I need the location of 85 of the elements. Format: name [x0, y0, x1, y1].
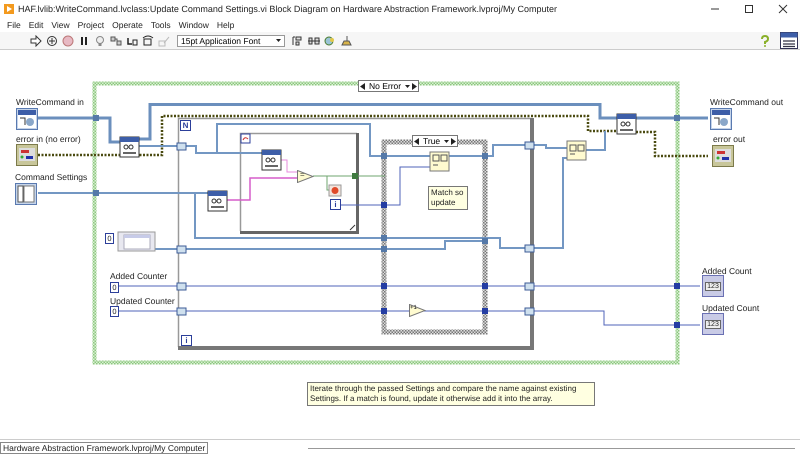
tunnel-icon: [93, 115, 99, 121]
run-continuously-icon[interactable]: [46, 34, 58, 46]
terminal-label: WriteCommand in: [16, 97, 84, 107]
subvi-icon: [262, 150, 282, 170]
tunnel-icon: [674, 115, 680, 121]
status-text: Hardware Abstraction Framework.lvproj/My Computer: [0, 442, 208, 454]
comment-note: Match so update: [428, 186, 468, 210]
iteration-terminal: i: [330, 199, 341, 210]
left-arrow-icon[interactable]: [360, 82, 365, 90]
operator-symbol: =: [300, 170, 305, 179]
stop-sign-icon: [328, 184, 342, 196]
index-array-icon: [566, 140, 586, 160]
terminal-label: error out: [713, 134, 746, 144]
constant-label: Updated Counter: [110, 296, 175, 306]
array-constant-frame: [118, 232, 156, 252]
caret-icon: [444, 138, 450, 144]
font-dropdown[interactable]: 15pt Application Font: [177, 34, 285, 46]
app-icon: [4, 4, 14, 14]
tunnel-icon: [482, 238, 488, 244]
class-terminal-icon: [16, 108, 38, 130]
maximize-icon[interactable]: [743, 3, 755, 15]
tunnel-icon: [381, 202, 387, 208]
menu-item[interactable]: View: [47, 20, 74, 30]
retain-values-icon[interactable]: [110, 34, 122, 46]
tunnel-icon: [93, 190, 99, 196]
terminal-label: error in (no error): [16, 134, 81, 144]
tunnel-icon: [176, 308, 186, 316]
tunnel-icon: [524, 142, 534, 150]
loop-count-terminal: N: [180, 120, 191, 131]
bool-tunnel-icon: [352, 173, 358, 179]
menu-item[interactable]: File: [3, 20, 25, 30]
tunnel-icon: [482, 153, 488, 159]
constant-label: Added Counter: [110, 271, 168, 281]
align-objects-icon[interactable]: [292, 34, 304, 46]
clean-up-icon[interactable]: [340, 34, 352, 46]
tunnel-icon: [176, 282, 186, 290]
menu-item[interactable]: Operate: [108, 20, 147, 30]
tunnel-icon: [674, 322, 680, 328]
error-cluster-icon: [712, 145, 734, 167]
tunnel-icon: [524, 244, 534, 252]
tunnel-icon: [176, 142, 186, 150]
equal-node: [297, 170, 314, 183]
step-over-icon[interactable]: [142, 34, 154, 46]
menu-item[interactable]: Edit: [24, 20, 48, 30]
run-arrow-icon[interactable]: [30, 34, 42, 46]
caret-icon: [276, 37, 281, 44]
subvi-icon: [616, 114, 636, 134]
tunnel-icon: [674, 283, 680, 289]
tunnel-icon: [381, 153, 387, 159]
class-terminal-icon: [710, 108, 732, 130]
subvi-icon: [208, 190, 228, 212]
pause-icon[interactable]: [78, 34, 90, 46]
tunnel-icon: [482, 283, 488, 289]
subvi-icon: [120, 136, 140, 158]
replace-array-subset-icon: [430, 152, 450, 172]
abort-icon[interactable]: [62, 34, 74, 46]
terminal-label: WriteCommand out: [710, 97, 784, 107]
menu-item[interactable]: Tools: [146, 20, 175, 30]
menu-item[interactable]: Help: [212, 20, 238, 30]
caret-icon: [405, 82, 410, 90]
light-bulb-icon[interactable]: [94, 34, 106, 46]
terminal-label: Updated Count: [702, 303, 760, 313]
distribute-objects-icon[interactable]: [308, 34, 320, 46]
comment-note: Iterate through the passed Settings and compare the name against existing Settings. If a match is found, update it otherwise add it into the array.: [307, 382, 595, 406]
case-selector[interactable]: True: [412, 135, 458, 147]
window-title: HAF.lvlib:WriteCommand.lvclass:Update Command Settings.vi Block Diagram on Hardware Abstraction Framework.lvproj/My Computer: [18, 4, 558, 14]
iteration-terminal: i: [181, 335, 192, 346]
reorder-icon[interactable]: [324, 34, 336, 46]
tunnel-icon: [482, 308, 488, 314]
terminal-label: Added Count: [702, 266, 752, 276]
terminal-label: Command Settings: [15, 172, 88, 182]
tunnel-icon: [381, 308, 387, 314]
loop-condition-icon: [240, 134, 250, 144]
case-selector[interactable]: No Error: [358, 80, 420, 92]
tunnel-icon: [176, 246, 186, 254]
array-terminal-icon: [15, 183, 37, 205]
menu-item[interactable]: Window: [174, 20, 213, 30]
close-icon[interactable]: [777, 3, 789, 15]
menu-item[interactable]: Project: [74, 20, 108, 30]
left-arrow-icon[interactable]: [414, 138, 419, 144]
tunnel-icon: [524, 308, 534, 316]
tunnel-icon: [524, 282, 534, 290]
error-cluster-icon: [16, 144, 38, 166]
tunnel-icon: [381, 283, 387, 289]
increment-node: [409, 304, 426, 317]
